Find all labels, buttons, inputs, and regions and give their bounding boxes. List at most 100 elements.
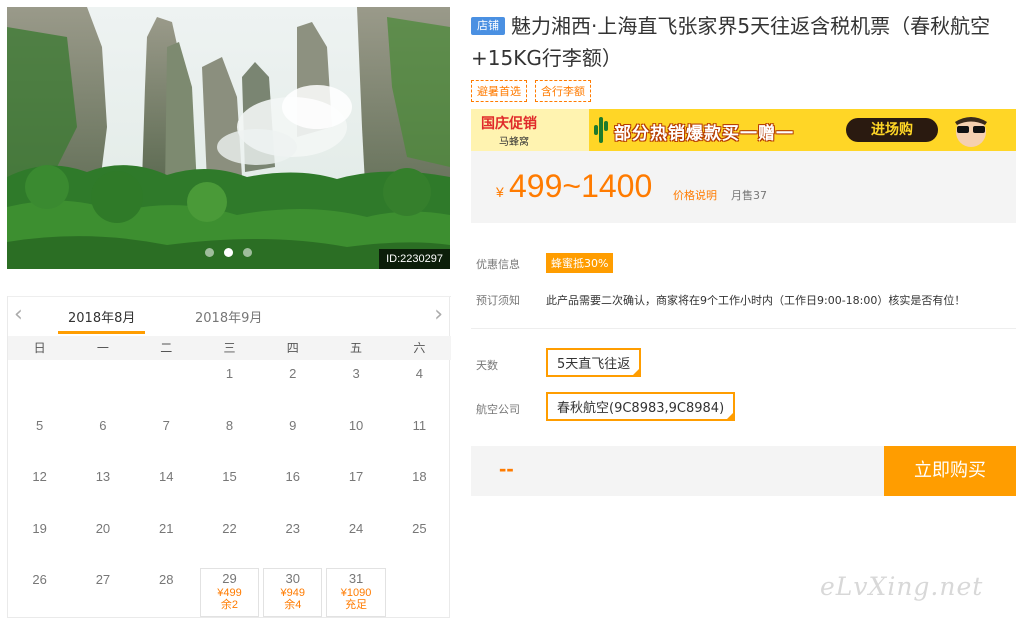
calendar-day-available[interactable]: 30 ¥949 余4	[263, 568, 323, 617]
day-number: 28	[158, 572, 174, 588]
day-number: 18	[412, 469, 427, 485]
day-number: 31	[348, 571, 364, 587]
calendar-day-available[interactable]: 29 ¥499 余2	[199, 568, 260, 617]
calendar-day: 12	[8, 463, 71, 515]
calendar-day: 15	[198, 463, 261, 515]
calendar-day-empty	[8, 360, 71, 412]
promo-banner-logo: 国庆促销 马蜂窝	[471, 109, 589, 151]
price-explain-link[interactable]: 价格说明	[673, 187, 717, 203]
day-number: 24	[348, 520, 364, 536]
day-number: 25	[412, 520, 427, 536]
day-number: 10	[348, 417, 364, 433]
calendar-day: 18	[388, 463, 451, 515]
discount-label: 优惠信息	[476, 258, 520, 271]
calendar-day: 4	[388, 360, 451, 412]
calendar-day: 9	[261, 412, 324, 464]
day-number: 30	[285, 571, 301, 587]
promo-enter-button[interactable]: 进场购	[846, 118, 938, 142]
day-number: 19	[32, 520, 47, 536]
carousel-dot[interactable]	[205, 248, 214, 257]
calendar-day-available[interactable]: 31 ¥1090 充足	[326, 568, 386, 617]
price-range: 499~1400	[509, 168, 653, 204]
image-id-label: ID:2230297	[379, 249, 450, 269]
calendar-month-nav: ‹ 2018年8月 2018年9月 ›	[8, 296, 451, 336]
day-number: 9	[289, 417, 297, 433]
day-number: 23	[285, 520, 301, 536]
price-panel: ¥ 499~1400 价格说明 月售37	[471, 151, 1016, 223]
tag-luggage-included: 含行李额	[535, 80, 591, 102]
day-number: 8	[225, 417, 234, 433]
calendar-day-empty	[388, 566, 451, 618]
tab-month-august[interactable]: 2018年8月	[57, 307, 146, 334]
calendar-day: 5	[8, 412, 71, 464]
carousel-dot[interactable]	[243, 248, 252, 257]
purchase-bar: -- 立即购买	[471, 446, 1016, 496]
buy-now-button[interactable]: 立即购买	[884, 446, 1016, 496]
days-label: 天数	[476, 359, 498, 372]
calendar-day: 22	[198, 515, 261, 567]
zhangjiajie-landscape-image	[7, 7, 450, 269]
calendar-day-empty	[71, 360, 134, 412]
calendar-day: 21	[135, 515, 198, 567]
weekday-label: 一	[96, 341, 109, 355]
day-number: 4	[415, 366, 423, 381]
shop-badge: 店铺	[471, 17, 505, 35]
product-hero-image[interactable]: ID:2230297	[7, 7, 450, 269]
weekday-label: 日	[33, 341, 46, 355]
day-stock: 余4	[284, 599, 302, 612]
booking-notice-text: 此产品需要二次确认，商家将在9个工作小时内（工作日9:00-18:00）核实是否…	[546, 294, 966, 307]
calendar-day: 25	[388, 515, 451, 567]
weekday-label: 二	[160, 341, 173, 355]
airline-label: 航空公司	[476, 403, 520, 416]
day-number: 5	[36, 417, 44, 433]
day-stock: 余2	[220, 599, 239, 612]
calendar-day: 28	[135, 566, 198, 618]
promo-slogan: 部分热销爆款买一赠一	[614, 124, 794, 144]
calendar-day: 19	[8, 515, 71, 567]
day-number: 21	[158, 520, 174, 536]
date-calendar: ‹ 2018年8月 2018年9月 › 日一二三四五六 1 2 3 4 5 6 7 8 9 10 1…	[7, 296, 451, 618]
calendar-day: 26	[8, 566, 71, 618]
airline-option-selected[interactable]: 春秋航空(9C8983,9C8984)	[546, 392, 736, 421]
prev-month-chevron-icon[interactable]: ‹	[14, 304, 23, 326]
calendar-day: 14	[135, 463, 198, 515]
day-stock: 充足	[345, 599, 368, 612]
day-number: 15	[222, 469, 237, 485]
calendar-day: 24	[324, 515, 387, 567]
calendar-day: 3	[324, 360, 387, 412]
carousel-dot-active[interactable]	[224, 248, 233, 257]
weekday-label: 五	[350, 341, 363, 355]
days-option-selected[interactable]: 5天直飞往返	[546, 348, 642, 377]
next-month-chevron-icon[interactable]: ›	[434, 304, 443, 326]
day-number: 1	[225, 366, 234, 381]
product-title: 店铺 魅力湘西·上海直飞张家界5天往返含税机票（春秋航空+15KG行李额）	[471, 10, 1017, 74]
weekday-header: 日一二三四五六	[8, 336, 451, 360]
weekday-label: 三	[223, 341, 236, 355]
tab-month-september[interactable]: 2018年9月	[195, 307, 262, 326]
tag-summer-pick: 避暑首选	[471, 80, 527, 102]
calendar-day-empty	[135, 360, 198, 412]
product-title-text: 魅力湘西·上海直飞张家界5天往返含税机票（春秋航空+15KG行李额）	[471, 14, 991, 70]
day-number: 14	[158, 469, 174, 485]
weekday-label: 四	[286, 341, 299, 355]
calendar-day: 20	[71, 515, 134, 567]
day-number: 12	[32, 469, 47, 485]
day-number: 29	[222, 571, 237, 587]
day-price: ¥1090	[340, 587, 372, 600]
calendar-day: 23	[261, 515, 324, 567]
day-number: 2	[289, 366, 297, 381]
day-number: 16	[285, 469, 301, 485]
watermark: eLvXing.net	[820, 572, 984, 601]
calendar-day: 27	[71, 566, 134, 618]
calendar-day: 17	[324, 463, 387, 515]
calendar-day: 11	[388, 412, 451, 464]
day-number: 26	[32, 572, 47, 588]
promo-title: 国庆促销	[481, 116, 537, 132]
day-number: 7	[162, 417, 170, 433]
currency-symbol: ¥	[496, 184, 504, 200]
promo-banner[interactable]: 国庆促销 马蜂窝 部分热销爆款买一赠一 进场购	[471, 109, 1016, 151]
calendar-day: 2	[261, 360, 324, 412]
calendar-day: 6	[71, 412, 134, 464]
calendar-day: 13	[71, 463, 134, 515]
cactus-icon	[594, 117, 608, 143]
